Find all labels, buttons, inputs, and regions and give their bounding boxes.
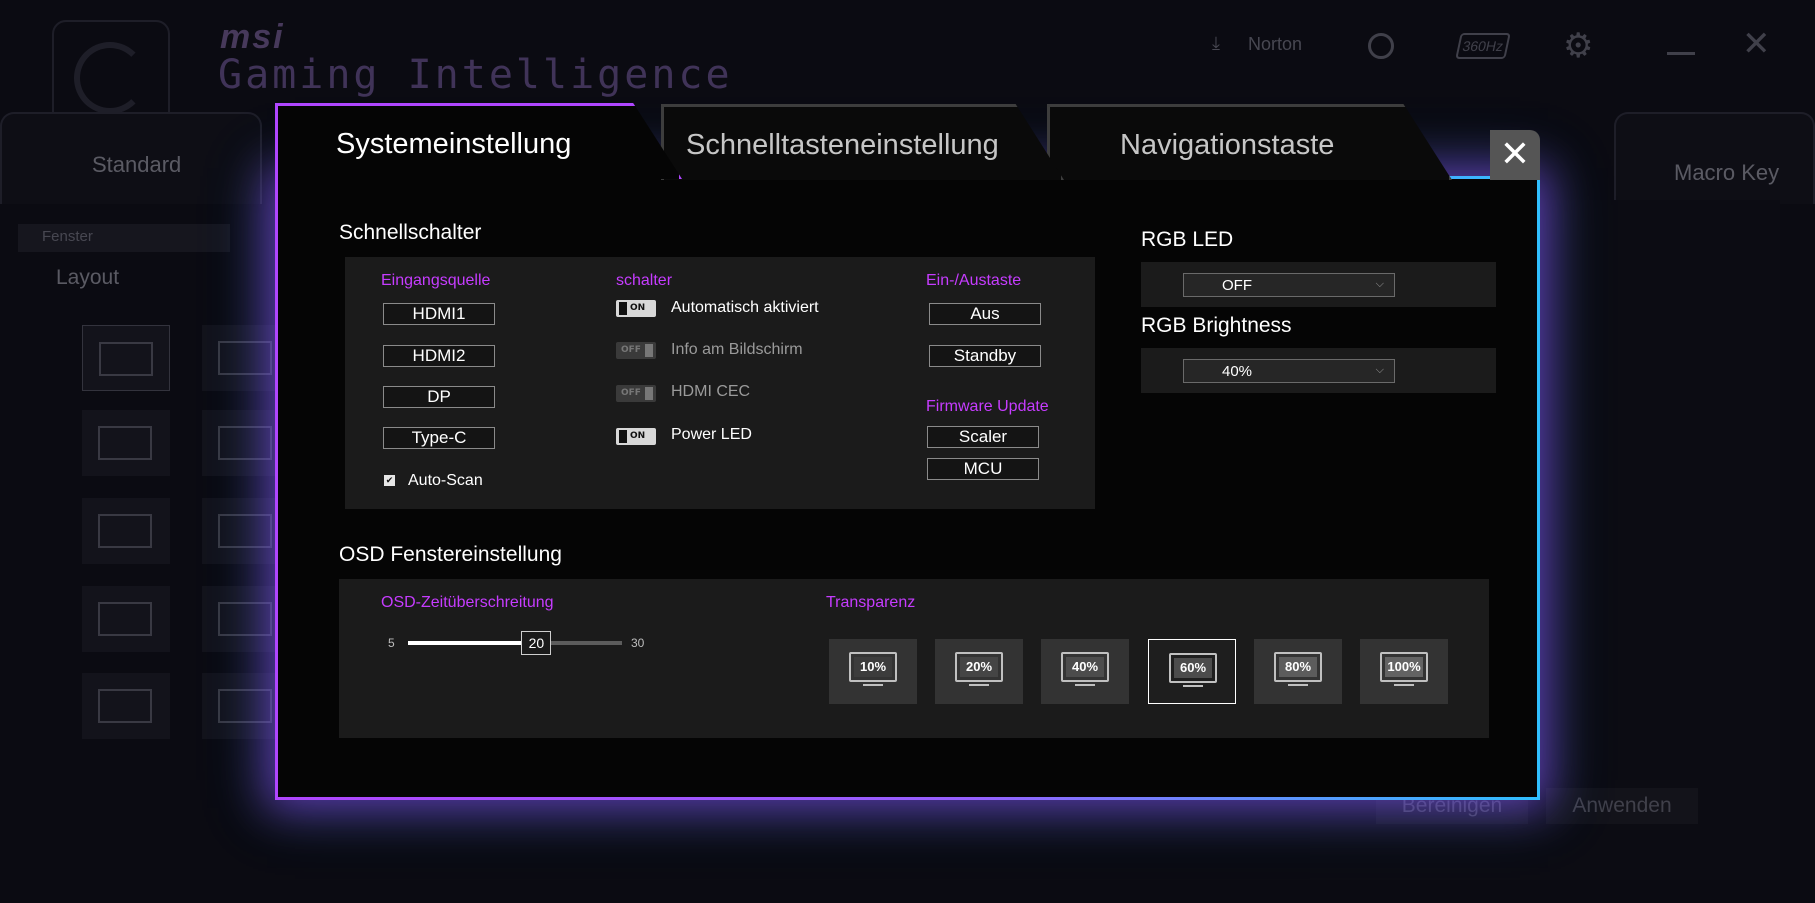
input-source-header: Eingangsquelle	[381, 272, 491, 289]
transparency-option-60[interactable]: 60%	[1148, 639, 1236, 704]
transparency-option-label: 80%	[1284, 659, 1312, 674]
osd-info-toggle[interactable]: OFF	[616, 342, 656, 359]
layout-thumb[interactable]	[82, 673, 170, 739]
input-hdmi2-button[interactable]: HDMI2	[383, 345, 495, 367]
slider-fill	[408, 641, 537, 645]
download-icon[interactable]: ⤓	[1212, 33, 1220, 54]
window-close-icon[interactable]: ✕	[1742, 24, 1771, 64]
close-icon[interactable]: ✕	[1490, 130, 1540, 180]
osd-timeout-slider[interactable]	[408, 641, 622, 645]
power-off-button[interactable]: Aus	[929, 303, 1041, 325]
layout-thumb[interactable]	[82, 498, 170, 564]
firmware-scaler-button[interactable]: Scaler	[927, 426, 1039, 448]
transparency-option-label: 10%	[859, 659, 887, 674]
input-hdmi1-button[interactable]: HDMI1	[383, 303, 495, 325]
norton-link[interactable]: Norton	[1248, 34, 1302, 55]
apply-button[interactable]: Anwenden	[1546, 788, 1698, 824]
transparency-option-20[interactable]: 20%	[935, 639, 1023, 704]
rgb-brightness-title: RGB Brightness	[1141, 314, 1292, 337]
minimize-icon[interactable]	[1667, 52, 1695, 55]
hdmi-cec-toggle[interactable]: OFF	[616, 385, 656, 402]
app-title: Gaming Intelligence	[218, 52, 733, 98]
input-typec-button[interactable]: Type-C	[383, 427, 495, 449]
transparency-option-label: 40%	[1071, 659, 1099, 674]
firmware-mcu-button[interactable]: MCU	[927, 458, 1039, 480]
auto-scan-label: Auto-Scan	[408, 472, 483, 489]
monitor-icon: 20%	[955, 652, 1003, 682]
rgb-brightness-select[interactable]: 40% ⌵	[1183, 359, 1395, 383]
window-select[interactable]: Fenster	[18, 224, 230, 252]
transparency-option-label: 100%	[1387, 659, 1421, 674]
rgb-led-select[interactable]: OFF ⌵	[1183, 273, 1395, 297]
transparency-option-label: 60%	[1179, 660, 1207, 675]
chevron-down-icon: ⌵	[1375, 278, 1384, 290]
osd-info-label: Info am Bildschirm	[671, 341, 803, 358]
layout-thumb[interactable]	[82, 325, 170, 391]
transparency-option-100[interactable]: 100%	[1360, 639, 1448, 704]
monitor-icon: 10%	[849, 652, 897, 682]
osd-section-title: OSD Fenstereinstellung	[339, 543, 562, 566]
auto-activate-toggle[interactable]: ON	[616, 300, 656, 317]
tab-systemeinstellung[interactable]: Systemeinstellung	[275, 103, 682, 179]
layout-label: Layout	[56, 266, 120, 289]
osd-timeout-label: OSD-Zeitüberschreitung	[381, 594, 554, 611]
transparency-option-label: 20%	[965, 659, 993, 674]
slider-max-label: 30	[631, 636, 645, 650]
transparency-label: Transparenz	[826, 594, 916, 611]
layout-thumb[interactable]	[82, 410, 170, 476]
rgb-led-title: RGB LED	[1141, 228, 1234, 251]
slider-min-label: 5	[388, 636, 395, 650]
power-key-header: Ein-/Austaste	[926, 272, 1022, 289]
switches-header: schalter	[616, 272, 673, 289]
monitor-icon: 100%	[1380, 652, 1428, 682]
gear-icon[interactable]: ⚙	[1563, 26, 1593, 66]
profile-icon[interactable]	[1368, 33, 1394, 59]
refresh-rate-icon[interactable]: 360Hz	[1455, 33, 1511, 59]
section-title-schnellschalter: Schnellschalter	[339, 221, 482, 244]
monitor-icon: 80%	[1274, 652, 1322, 682]
transparency-option-80[interactable]: 80%	[1254, 639, 1342, 704]
tab-navigationstaste[interactable]: Navigationstaste	[1047, 104, 1452, 180]
tab-schnelltasteneinstellung[interactable]: Schnelltasteneinstellung	[661, 104, 1064, 180]
transparency-option-10[interactable]: 10%	[829, 639, 917, 704]
auto-activate-label: Automatisch aktiviert	[671, 299, 819, 316]
power-standby-button[interactable]: Standby	[929, 345, 1041, 367]
power-led-label: Power LED	[671, 426, 752, 443]
slider-thumb[interactable]: 20	[521, 631, 552, 655]
firmware-header: Firmware Update	[926, 398, 1049, 415]
transparency-option-40[interactable]: 40%	[1041, 639, 1129, 704]
chevron-down-icon: ⌵	[1375, 364, 1384, 376]
tab-standard[interactable]: Standard	[0, 112, 262, 204]
monitor-icon: 60%	[1169, 653, 1217, 683]
auto-scan-checkbox[interactable]: ✔	[384, 475, 395, 486]
power-led-toggle[interactable]: ON	[616, 428, 656, 445]
tab-macro-key[interactable]: Macro Key	[1614, 112, 1815, 204]
input-dp-button[interactable]: DP	[383, 386, 495, 408]
layout-thumb[interactable]	[82, 586, 170, 652]
hdmi-cec-label: HDMI CEC	[671, 383, 751, 400]
monitor-icon: 40%	[1061, 652, 1109, 682]
